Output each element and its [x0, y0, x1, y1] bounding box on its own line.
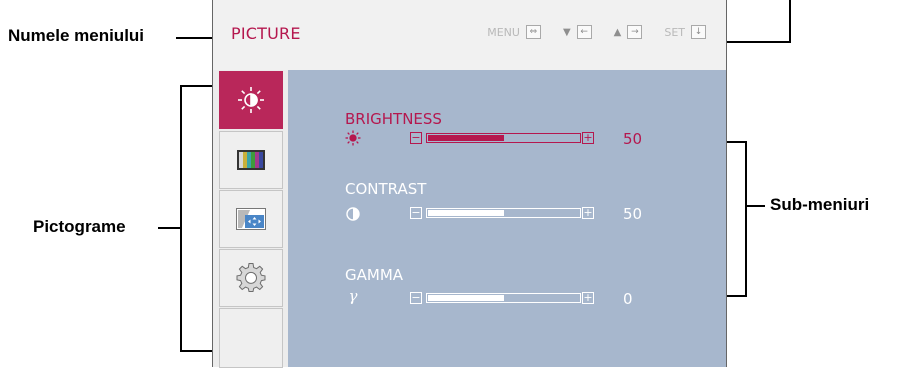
icon-sidebar: [213, 70, 288, 368]
annotation-bracket-icons-top: [180, 85, 212, 87]
set-down-arrow-icon[interactable]: ↓: [691, 25, 706, 39]
color-bars-icon[interactable]: [219, 131, 283, 189]
annotation-line-icons: [158, 227, 182, 229]
annotation-line-submenus: [745, 205, 765, 207]
gamma-plus-icon[interactable]: +: [582, 292, 594, 304]
contrast-slider[interactable]: [426, 208, 581, 218]
picture-brightness-icon[interactable]: [219, 71, 283, 129]
annotation-bracket-submenus-top: [727, 141, 747, 143]
gamma-minus-icon[interactable]: −: [410, 292, 422, 304]
screen-position-graphic-icon: [236, 208, 266, 230]
brightness-value: 50: [623, 130, 643, 148]
annotation-bracket-icons-bottom: [180, 350, 212, 352]
menu-label: MENU: [487, 25, 520, 39]
down-triangle-icon: ▼: [562, 26, 571, 38]
annotation-bracket-icons: [180, 85, 182, 352]
contrast-value: 50: [623, 205, 643, 223]
settings-gear-icon[interactable]: [219, 249, 283, 307]
brightness-slider[interactable]: [426, 133, 581, 143]
annotation-icons: Pictograme: [33, 217, 126, 236]
osd-controls: MENU ⇔ ▼ ← ▲ → SET ↓: [487, 25, 706, 39]
annotation-line-controls: [727, 41, 791, 43]
gamma-icon: γ: [348, 287, 358, 305]
menu-title: PICTURE: [231, 24, 301, 43]
contrast-icon: [345, 206, 361, 222]
annotation-line-menu-name: [176, 37, 212, 39]
annotation-bracket-submenus: [745, 141, 747, 297]
brightness-minus-icon[interactable]: −: [410, 132, 422, 144]
submenu-panel: BRIGHTNESS − + 50 CONTRAST − + 50 GAMMA …: [288, 70, 726, 367]
right-arrow-icon[interactable]: →: [627, 25, 643, 39]
empty-icon-slot: [219, 308, 283, 368]
contrast-plus-icon[interactable]: +: [582, 207, 594, 219]
brightness-slider-fill: [428, 135, 504, 141]
gamma-value: 0: [623, 290, 633, 308]
contrast-label: CONTRAST: [345, 180, 427, 198]
left-arrow-icon[interactable]: ←: [576, 25, 592, 39]
gamma-label: GAMMA: [345, 266, 404, 284]
annotation-submenus: Sub-meniuri: [770, 195, 870, 214]
brightness-plus-icon[interactable]: +: [582, 132, 594, 144]
gamma-slider-fill: [428, 295, 504, 301]
menu-exit-icon[interactable]: ⇔: [525, 25, 541, 39]
osd-window: PICTURE MENU ⇔ ▼ ← ▲ → SET ↓ BRIGHTNESS …: [212, 0, 727, 368]
set-label: SET: [664, 25, 685, 39]
sun-half-icon: [238, 87, 264, 113]
screen-position-icon[interactable]: [219, 190, 283, 248]
annotation-menu-name: Numele meniului: [8, 26, 145, 45]
annotation-bracket-submenus-bottom: [727, 295, 747, 297]
up-triangle-icon: ▲: [613, 26, 622, 38]
annotation-line-controls-vertical: [789, 0, 791, 43]
osd-header: PICTURE MENU ⇔ ▼ ← ▲ → SET ↓: [213, 0, 726, 71]
gear-icon: [236, 263, 266, 292]
brightness-label: BRIGHTNESS: [345, 110, 442, 128]
contrast-minus-icon[interactable]: −: [410, 207, 422, 219]
color-bars-graphic-icon: [237, 150, 265, 170]
contrast-slider-fill: [428, 210, 504, 216]
sun-icon: [345, 130, 361, 146]
gamma-slider[interactable]: [426, 293, 581, 303]
